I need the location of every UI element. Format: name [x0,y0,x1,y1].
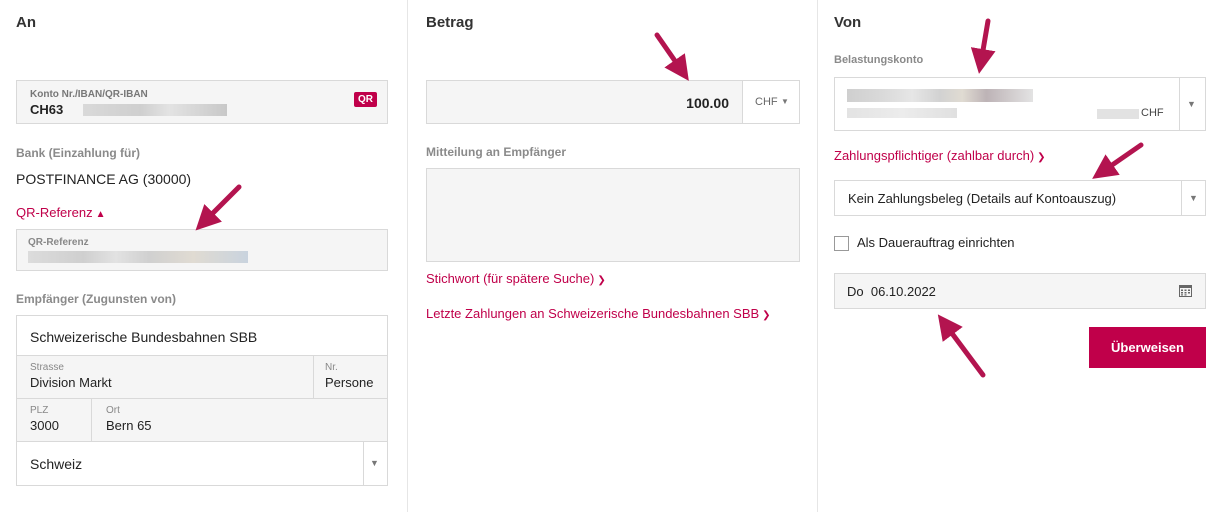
bank-value: POSTFINANCE AG (30000) [16,171,192,187]
message-textarea[interactable] [426,168,800,262]
message-label: Mitteilung an Empfänger [426,145,567,159]
qr-badge: QR [354,92,377,107]
qr-reference-label: QR-Referenz [28,237,89,248]
country-value: Schweiz [30,456,83,472]
house-number-value: Persone [325,375,374,390]
bank-label: Bank (Einzahlung für) [16,146,140,160]
debit-currency: CHF [1141,107,1164,119]
chevron-up-icon: ▲ [95,209,106,220]
amount-heading: Betrag [426,14,474,31]
debit-account-select[interactable]: CHF ▼ [834,77,1206,131]
account-label: Konto Nr./IBAN/QR-IBAN [30,89,148,100]
caret-down-icon: ▼ [781,97,789,106]
keyword-toggle[interactable]: Stichwort (für spätere Suche) ❯ [426,271,606,286]
recipient-column: An Konto Nr./IBAN/QR-IBAN CH63 QR Bank (… [0,0,406,512]
caret-down-icon: ▼ [1189,193,1198,203]
qr-reference-toggle-label: QR-Referenz [16,205,93,220]
blurred-account-detail [847,108,957,118]
country-select[interactable]: Schweiz ▼ [17,442,387,485]
currency-select[interactable]: CHF ▼ [743,81,799,123]
receipt-option-value: Kein Zahlungsbeleg (Details auf Kontoaus… [848,191,1117,206]
calendar-icon[interactable] [1179,285,1192,297]
receipt-select[interactable]: Kein Zahlungsbeleg (Details auf Kontoaus… [834,180,1206,216]
street-label: Strasse [30,362,64,373]
keyword-toggle-label: Stichwort (für spätere Suche) [426,271,595,286]
execution-date-field[interactable]: Do 06.10.2022 [834,273,1206,309]
qr-reference-toggle[interactable]: QR-Referenz ▲ [16,205,105,220]
debit-account-label: Belastungskonto [834,54,924,66]
postal-code-field[interactable]: PLZ 3000 [17,399,91,441]
street-value: Division Markt [30,375,112,390]
recipient-name[interactable]: Schweizerische Bundesbahnen SBB [30,329,257,345]
blurred-account-number [83,104,227,116]
postal-code-label: PLZ [30,405,49,416]
standing-order-label: Als Dauerauftrag einrichten [857,235,1015,250]
payer-toggle-label: Zahlungspflichtiger (zahlbar durch) [834,148,1035,163]
amount-field[interactable]: 100.00 CHF ▼ [426,80,800,124]
sender-column: Von Belastungskonto CHF ▼ Zahlungspflich… [817,0,1214,512]
city-value: Bern 65 [106,418,152,433]
payer-toggle[interactable]: Zahlungspflichtiger (zahlbar durch) ❯ [834,148,1046,163]
account-value: CH63 [30,102,64,117]
blurred-qr-reference [28,251,248,263]
currency-value: CHF [755,96,778,108]
chevron-down-icon: ❯ [1037,152,1046,163]
recipient-heading: An [16,14,36,31]
caret-down-icon: ▼ [370,458,379,468]
chevron-down-icon: ❯ [597,275,606,286]
amount-value: 100.00 [686,95,729,111]
account-field[interactable]: Konto Nr./IBAN/QR-IBAN CH63 QR [16,80,388,124]
blurred-account-name [847,89,1033,102]
last-payments-toggle[interactable]: Letzte Zahlungen an Schweizerische Bunde… [426,306,771,321]
qr-reference-field[interactable]: QR-Referenz [16,229,388,271]
last-payments-toggle-label: Letzte Zahlungen an Schweizerische Bunde… [426,306,760,321]
street-field[interactable]: Strasse Division Markt [17,356,313,398]
sender-heading: Von [834,14,862,31]
city-field[interactable]: Ort Bern 65 [92,399,387,441]
blurred-balance [1097,109,1139,119]
amount-column: Betrag 100.00 CHF ▼ Mitteilung an Empfän… [407,0,817,512]
transfer-button[interactable]: Überweisen [1089,327,1206,368]
city-label: Ort [106,405,120,416]
recipient-address-box: Schweizerische Bundesbahnen SBB Strasse … [16,315,388,486]
house-number-field[interactable]: Nr. Persone [314,356,387,398]
execution-date-value: Do 06.10.2022 [847,284,936,299]
house-number-label: Nr. [325,362,338,373]
standing-order-checkbox[interactable] [834,236,849,251]
postal-code-value: 3000 [30,418,59,433]
caret-down-icon: ▼ [1187,99,1196,109]
chevron-down-icon: ❯ [762,310,771,321]
recipient-label: Empfänger (Zugunsten von) [16,292,176,306]
